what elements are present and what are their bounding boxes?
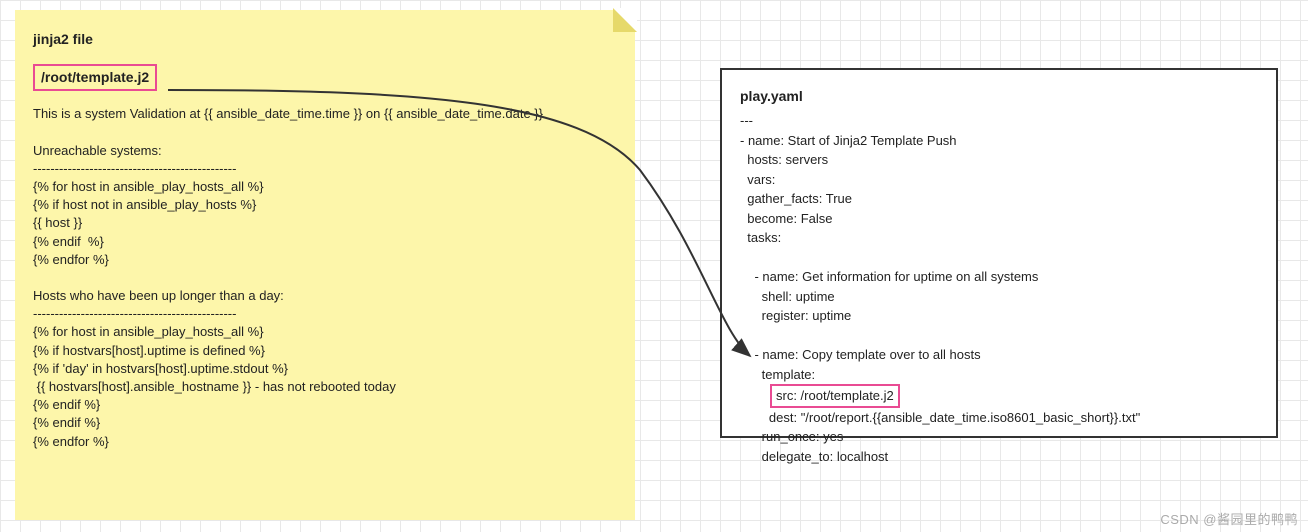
watermark-text: CSDN @酱园里的鸭鸭 xyxy=(1160,509,1298,528)
playbook-title: play.yaml xyxy=(740,86,1258,107)
jinja2-note-title: jinja2 file xyxy=(33,30,617,50)
jinja2-template-note: jinja2 file /root/template.j2 This is a … xyxy=(15,10,635,520)
template-src-box: src: /root/template.j2 xyxy=(770,384,900,408)
jinja2-body-text: This is a system Validation at {{ ansibl… xyxy=(33,105,617,451)
playbook-body-post: dest: "/root/report.{{ansible_date_time.… xyxy=(740,408,1258,467)
jinja2-filepath-box: /root/template.j2 xyxy=(33,64,157,92)
playbook-body-pre: --- - name: Start of Jinja2 Template Pus… xyxy=(740,111,1258,384)
playbook-panel: play.yaml --- - name: Start of Jinja2 Te… xyxy=(720,68,1278,438)
